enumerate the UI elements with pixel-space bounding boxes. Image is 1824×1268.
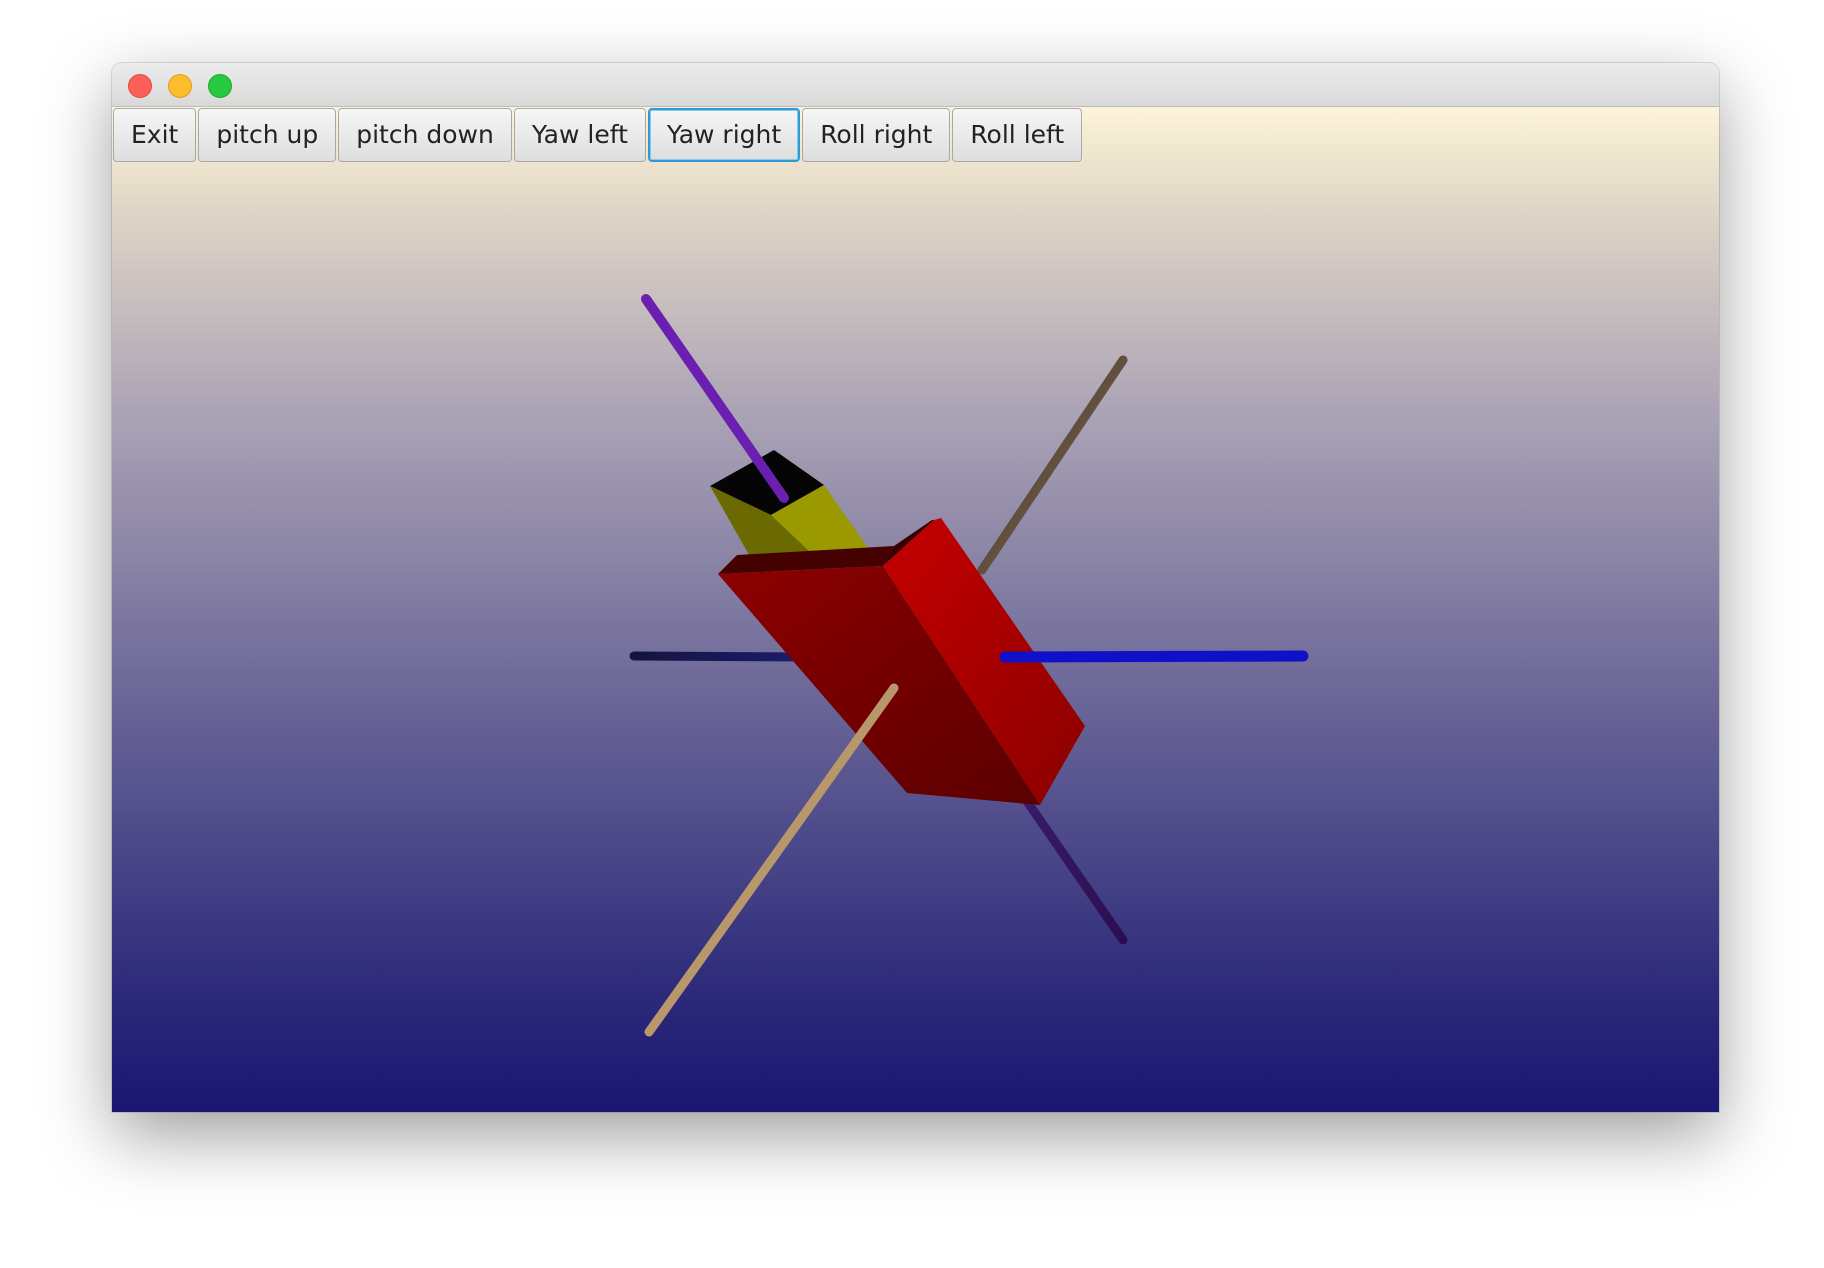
axis-rod-purple-back [1019, 792, 1128, 945]
roll-right-button[interactable]: Roll right [802, 108, 951, 162]
axis-rod-purple-front [641, 294, 789, 503]
app-window: Exit pitch up pitch down Yaw left Yaw ri… [112, 63, 1719, 1112]
maximize-window-button[interactable] [208, 74, 232, 98]
yaw-left-button[interactable]: Yaw left [513, 108, 646, 162]
close-window-button[interactable] [128, 74, 152, 98]
axis-rod-tan-front [644, 683, 899, 1037]
pitch-down-button[interactable]: pitch down [338, 108, 512, 162]
roll-left-button[interactable]: Roll left [952, 108, 1083, 162]
axis-rod-blue-front [999, 650, 1309, 663]
scene-svg [629, 294, 1309, 1037]
exit-button[interactable]: Exit [113, 108, 197, 162]
title-bar[interactable] [112, 63, 1719, 107]
axis-rod-tan-back [977, 355, 1128, 575]
toolbar: Exit pitch up pitch down Yaw left Yaw ri… [113, 108, 1083, 162]
3d-viewport[interactable] [112, 107, 1719, 1112]
pitch-up-button[interactable]: pitch up [198, 108, 337, 162]
yaw-right-button[interactable]: Yaw right [647, 108, 801, 162]
minimize-window-button[interactable] [168, 74, 192, 98]
